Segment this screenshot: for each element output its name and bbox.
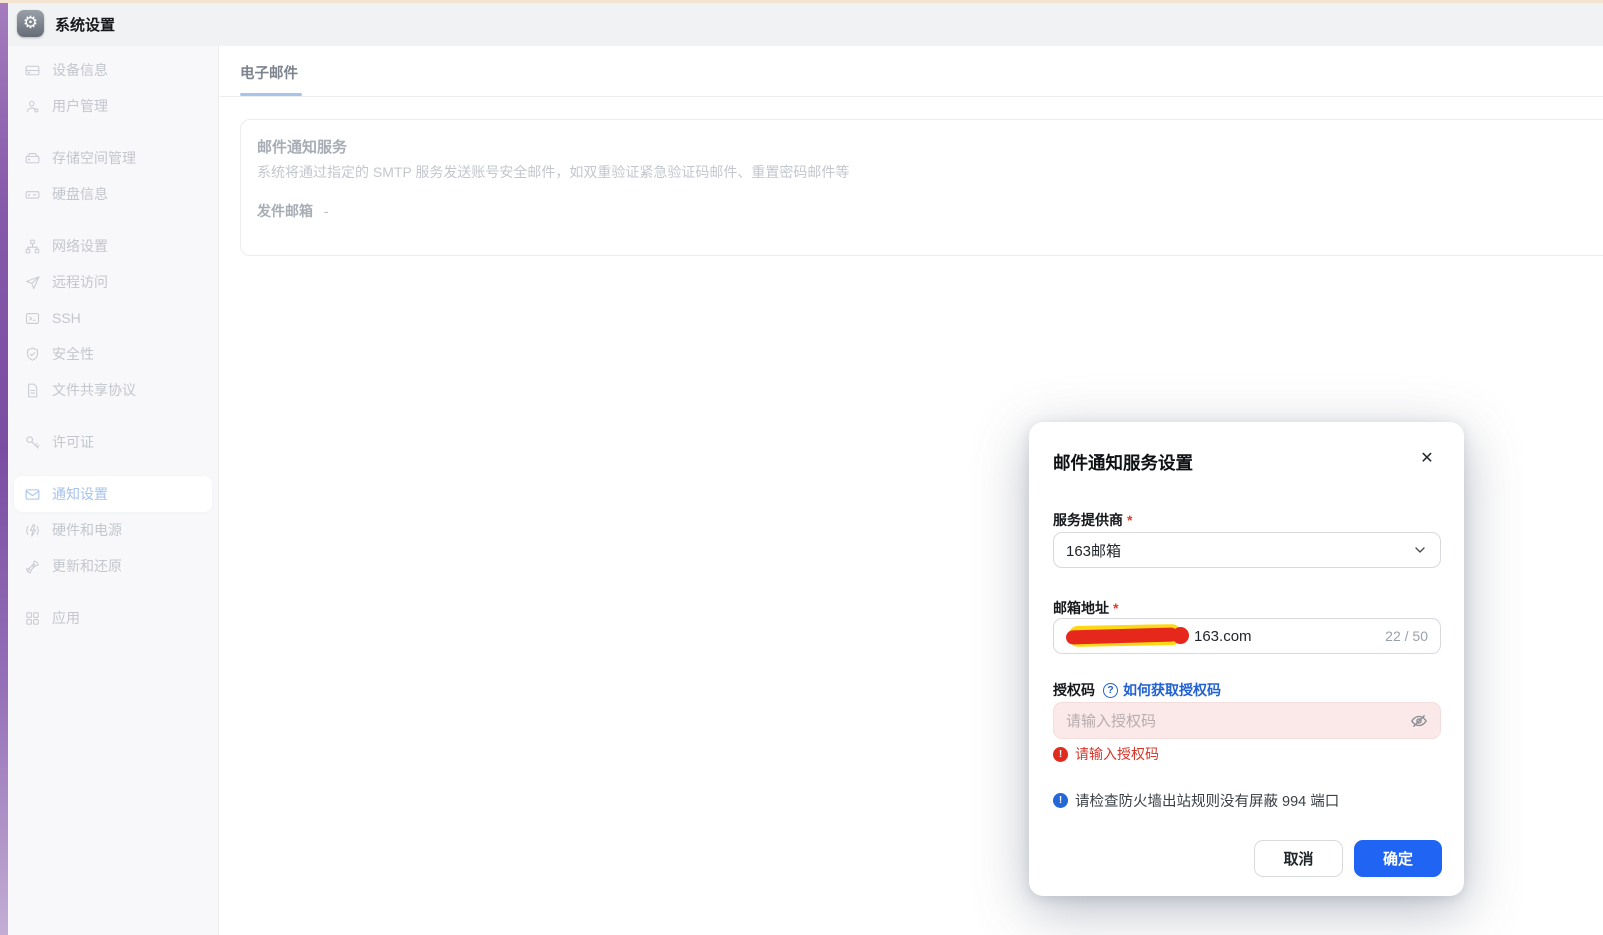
sidebar-item-label: 用户管理 [52,98,108,114]
auth-code-input[interactable]: 请输入授权码 [1053,702,1441,739]
app-title: 系统设置 [55,17,116,34]
tab-active-underline [240,93,302,96]
card-title: 邮件通知服务 [257,139,348,156]
sidebar-item-network[interactable]: 网络设置 [14,228,212,264]
tab-email[interactable]: 电子邮件 [240,62,298,83]
error-circle-icon: ! [1053,746,1068,762]
auth-code-placeholder: 请输入授权码 [1066,713,1157,730]
sidebar: 设备信息 用户管理 存储空间管理 硬盘信息 网络设置 远程访问 SSH 安全性 … [8,46,219,935]
apps-icon [24,610,41,627]
sidebar-item-license[interactable]: 许可证 [14,424,212,460]
window-top-edge [0,0,1603,3]
dialog-title: 邮件通知服务设置 [1053,453,1193,473]
eye-off-icon[interactable] [1410,712,1428,730]
auth-code-label: 授权码 [1053,682,1095,698]
sidebar-item-file-sharing[interactable]: 文件共享协议 [14,372,212,408]
sidebar-item-label: 硬件和电源 [52,522,122,538]
top-bar: ⚙ 系统设置 [8,0,1603,46]
file-share-icon [24,382,41,399]
sidebar-item-label: 远程访问 [52,274,108,290]
info-circle-icon: ! [1053,793,1068,808]
power-icon [24,522,41,539]
confirm-button[interactable]: 确定 [1354,840,1442,877]
network-icon [24,238,41,255]
sidebar-item-user-management[interactable]: 用户管理 [14,88,212,124]
remote-access-icon [24,274,41,291]
sidebar-item-remote-access[interactable]: 远程访问 [14,264,212,300]
required-asterisk: * [1113,600,1119,616]
card-description: 系统将通过指定的 SMTP 服务发送账号安全邮件，如双重验证紧急验证码邮件、重置… [257,164,850,180]
sidebar-item-label: 存储空间管理 [52,150,136,166]
provider-select[interactable]: 163邮箱 [1053,532,1441,568]
sidebar-item-disk-info[interactable]: 硬盘信息 [14,176,212,212]
sidebar-item-ssh[interactable]: SSH [14,300,212,336]
required-asterisk: * [1127,512,1133,528]
mail-service-card: 邮件通知服务 系统将通过指定的 SMTP 服务发送账号安全邮件，如双重验证紧急验… [240,119,1603,256]
firewall-info-text: 请检查防火墙出站规则没有屏蔽 994 端口 [1075,794,1340,810]
sidebar-item-label: 网络设置 [52,238,108,254]
storage-icon [24,150,41,167]
chevron-down-icon [1412,542,1428,558]
auth-code-label-row: 授权码 ? 如何获取授权码 [1053,680,1221,700]
redacted-email-scribble [1065,623,1194,649]
sidebar-item-label: SSH [52,310,81,326]
provider-label: 服务提供商 * [1053,512,1133,528]
sidebar-item-label: 许可证 [52,434,94,450]
email-input[interactable]: 163.com 22 / 50 [1053,618,1441,654]
sidebar-item-update-restore[interactable]: 更新和还原 [14,548,212,584]
shield-icon [24,346,41,363]
sender-mailbox-value: - [323,203,329,219]
auth-code-error-row: ! 请输入授权码 [1053,744,1159,764]
dialog-buttons: 取消 确定 [1254,840,1442,877]
mail-service-settings-dialog: 邮件通知服务设置 ✕ 服务提供商 * 163邮箱 邮箱地址 * 163.com 22… [1029,422,1464,896]
tab-bar: 电子邮件 [220,46,1603,97]
key-icon [24,434,41,451]
sidebar-item-label: 文件共享协议 [52,382,136,398]
sidebar-item-device-info[interactable]: 设备信息 [14,52,212,88]
rocket-icon [24,558,41,575]
auth-code-help-link[interactable]: 如何获取授权码 [1123,680,1221,700]
sidebar-item-label: 设备信息 [52,62,108,78]
auth-code-error-text: 请输入授权码 [1075,746,1159,762]
close-icon[interactable]: ✕ [1416,448,1438,470]
sidebar-item-label: 通知设置 [52,486,108,502]
sidebar-item-label: 应用 [52,610,80,626]
accent-left-strip [0,0,8,935]
char-counter: 22 / 50 [1385,628,1428,644]
sidebar-item-storage[interactable]: 存储空间管理 [14,140,212,176]
gear-icon: ⚙ [17,10,44,37]
email-label: 邮箱地址 * [1053,600,1119,616]
sidebar-item-hardware-power[interactable]: 硬件和电源 [14,512,212,548]
sidebar-item-label: 安全性 [52,346,94,362]
sender-mailbox-row: 发件邮箱 - [257,201,329,221]
sidebar-item-notifications[interactable]: 通知设置 [14,476,212,512]
cancel-button[interactable]: 取消 [1254,840,1343,877]
terminal-icon [24,310,41,327]
firewall-info-row: ! 请检查防火墙出站规则没有屏蔽 994 端口 [1053,790,1339,811]
sidebar-item-label: 硬盘信息 [52,186,108,202]
sidebar-item-label: 更新和还原 [52,558,122,574]
mail-icon [24,486,41,503]
sidebar-item-security[interactable]: 安全性 [14,336,212,372]
sender-mailbox-label: 发件邮箱 [257,203,313,219]
device-info-icon [24,62,41,79]
sidebar-item-apps[interactable]: 应用 [14,600,212,636]
email-visible-text: 163.com [1194,627,1252,645]
provider-selected-value: 163邮箱 [1066,542,1122,560]
disk-icon [24,186,41,203]
users-icon [24,98,41,115]
question-circle-icon[interactable]: ? [1103,682,1118,698]
redaction-scribble-dot [1172,627,1189,644]
